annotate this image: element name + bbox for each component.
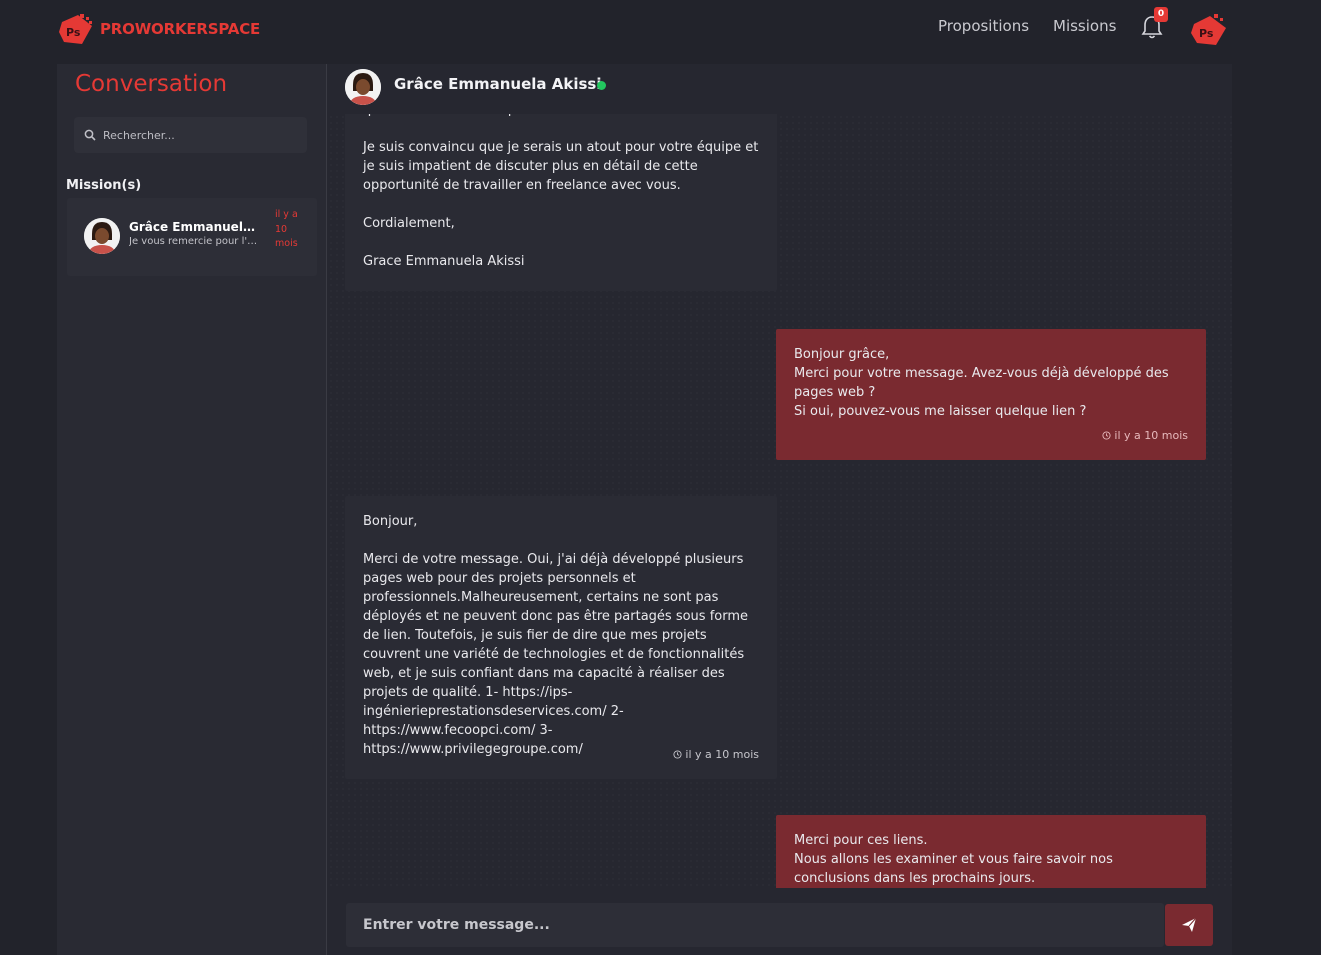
notification-badge: 0 <box>1154 7 1168 22</box>
conversation-preview: Je vous remercie pour l'opportunité <box>129 236 259 247</box>
message-bubble-incoming: Bonjour, Merci de votre message. Oui, j'… <box>345 496 777 779</box>
nav-missions[interactable]: Missions <box>1053 17 1116 35</box>
message-text: que les standards de qualité soient main… <box>363 114 759 269</box>
chat-header: Grâce Emmanuela Akissi <box>328 64 1232 114</box>
user-avatar-icon[interactable]: Ps <box>1190 12 1228 46</box>
message-time-text: il y a 10 mois <box>1114 429 1188 442</box>
conversation-item[interactable]: Grâce Emmanuela Akissi Je vous remercie … <box>67 198 317 276</box>
message-bubble-outgoing: Bonjour grâce, Merci pour votre message.… <box>776 329 1206 460</box>
message-list[interactable]: que les standards de qualité soient main… <box>328 114 1232 888</box>
message-composer <box>328 888 1232 955</box>
avatar <box>345 69 381 105</box>
message-time: il y a 10 mois <box>1102 426 1188 445</box>
send-icon <box>1182 917 1197 932</box>
clock-icon <box>1102 431 1111 440</box>
svg-text:Ps: Ps <box>66 26 81 39</box>
sidebar-title: Conversation <box>75 71 228 97</box>
search-input[interactable] <box>103 128 293 142</box>
section-label: Mission(s) <box>66 178 142 193</box>
search-icon <box>84 129 96 141</box>
nav-propositions[interactable]: Propositions <box>938 17 1029 35</box>
svg-text:Ps: Ps <box>1199 27 1214 40</box>
conversation-time: il y a 10 mois <box>275 209 298 249</box>
message-text: Bonjour grâce, Merci pour votre message.… <box>794 347 1169 419</box>
message-time: il y a 10 mois <box>673 745 759 764</box>
message-bubble-incoming: que les standards de qualité soient main… <box>345 114 777 291</box>
brand[interactable]: Ps PROWORKERSPACE <box>58 12 260 46</box>
message-time-text: il y a 10 mois <box>685 748 759 761</box>
conversation-sidebar: Conversation Mission(s) Grâce Emmanuela … <box>57 64 327 955</box>
clock-icon <box>673 750 682 759</box>
top-navbar: Ps PROWORKERSPACE Propositions Missions … <box>0 0 1321 64</box>
message-bubble-outgoing: Merci pour ces liens. Nous allons les ex… <box>776 815 1206 888</box>
contact-name: Grâce Emmanuela Akissi <box>394 75 602 93</box>
ps-logo-icon: Ps <box>59 14 92 44</box>
search-box[interactable] <box>74 117 307 153</box>
conversation-name: Grâce Emmanuela Akissi <box>129 220 259 234</box>
message-text: Bonjour, Merci de votre message. Oui, j'… <box>363 514 749 757</box>
brand-name: PROWORKERSPACE <box>100 20 261 38</box>
message-text: Merci pour ces liens. Nous allons les ex… <box>794 833 1113 886</box>
message-input[interactable] <box>346 903 1164 947</box>
send-button[interactable] <box>1165 904 1213 946</box>
avatar <box>84 218 120 254</box>
online-status-icon <box>597 81 606 90</box>
